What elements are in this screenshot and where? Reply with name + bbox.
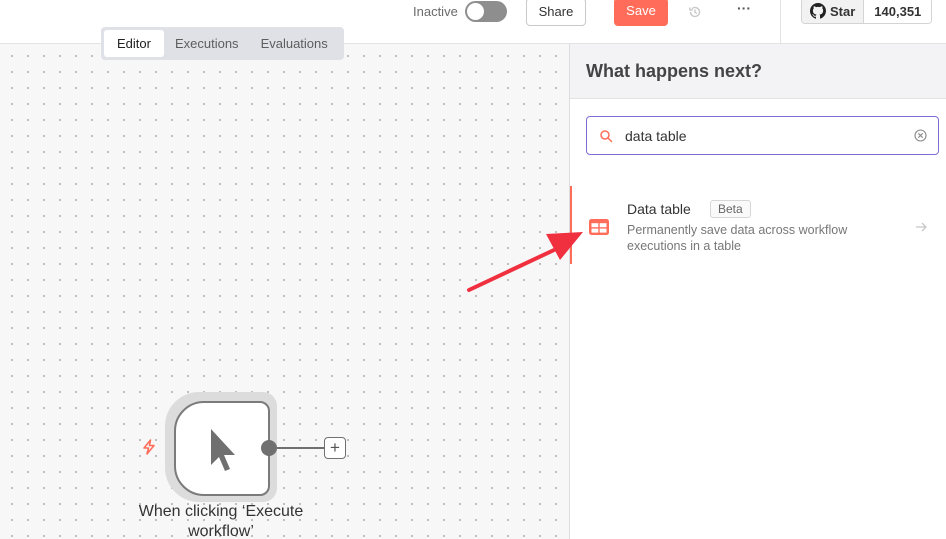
active-toggle-label: Inactive — [413, 4, 458, 19]
search-result-item[interactable]: Data table Beta Permanently save data ac… — [570, 186, 946, 264]
share-button[interactable]: Share — [526, 0, 586, 26]
github-star-label: Star — [830, 3, 856, 19]
lightning-icon — [143, 439, 155, 455]
tab-executions[interactable]: Executions — [164, 30, 250, 57]
beta-badge: Beta — [710, 200, 751, 218]
view-tabs: Editor Executions Evaluations — [101, 27, 344, 60]
header-divider — [780, 0, 781, 44]
node-search-input[interactable] — [625, 117, 905, 154]
result-title: Data table — [627, 201, 691, 217]
github-star-widget[interactable]: Star 140,351 — [801, 0, 933, 24]
github-star-count: 140,351 — [864, 0, 932, 23]
save-button[interactable]: Save — [614, 0, 668, 26]
toggle-knob — [467, 3, 484, 20]
tab-evaluations[interactable]: Evaluations — [250, 30, 339, 57]
github-icon — [810, 3, 826, 19]
tab-editor[interactable]: Editor — [104, 30, 164, 57]
result-active-indicator — [570, 186, 572, 264]
panel-title: What happens next? — [586, 61, 763, 81]
result-description: Permanently save data across workflow ex… — [627, 223, 848, 253]
history-icon[interactable] — [687, 4, 703, 20]
node-creator-panel: What happens next? Data table Beta Perma… — [569, 44, 946, 539]
search-icon — [600, 130, 613, 143]
trigger-node-label: When clicking ‘Execute workflow’ — [138, 503, 304, 539]
add-node-button[interactable]: + — [324, 437, 346, 459]
node-output-handle[interactable] — [261, 440, 277, 456]
clear-icon[interactable] — [914, 129, 927, 142]
active-toggle[interactable] — [465, 1, 507, 22]
github-star-button[interactable]: Star — [802, 0, 865, 23]
node-connector-line — [277, 447, 324, 449]
panel-header: What happens next? — [570, 44, 946, 99]
node-search-box[interactable] — [586, 116, 939, 155]
trigger-node[interactable] — [174, 401, 270, 496]
workflow-canvas[interactable] — [0, 44, 570, 539]
table-icon — [589, 219, 609, 235]
cursor-icon — [211, 429, 235, 471]
more-options-button[interactable]: ··· — [734, 0, 754, 20]
arrow-right-icon — [916, 222, 927, 232]
